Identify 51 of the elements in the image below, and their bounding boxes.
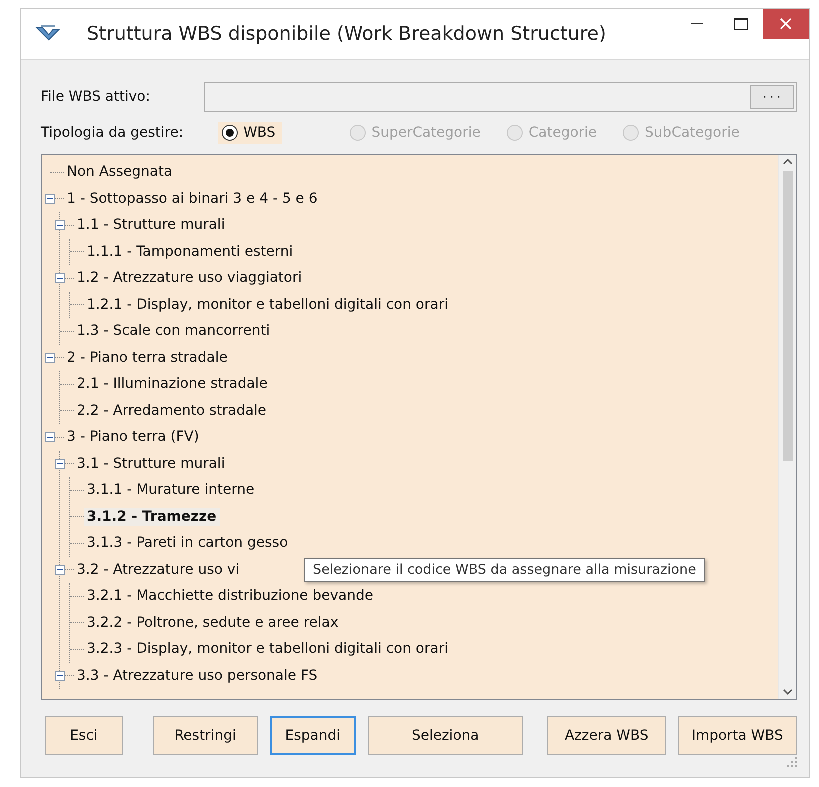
scroll-up-icon[interactable] (782, 159, 792, 165)
tree-item[interactable]: 2.2 - Arredamento stradale (74, 402, 270, 420)
tree-item[interactable]: 3.2.1 - Macchiette distribuzione bevande (84, 587, 376, 606)
tree-item[interactable]: 1.2.1 - Display, monitor e tabelloni digitali con orari (84, 296, 452, 314)
radio-icon[interactable] (222, 125, 238, 141)
close-button[interactable] (763, 9, 809, 39)
tree-item[interactable]: 3.1.1 - Murature interne (84, 481, 258, 500)
tree-item[interactable]: 3.1.2 - Tramezze (84, 508, 220, 526)
dialog-button[interactable]: Seleziona (368, 716, 524, 755)
resize-grip-icon[interactable] (787, 757, 797, 767)
dialog-button[interactable]: Esci (45, 716, 123, 755)
maximize-icon[interactable] (734, 18, 748, 30)
tree-item[interactable]: 2 - Piano terra stradale (64, 348, 231, 367)
tree-item[interactable]: 3.1.3 - Pareti in carton gesso (84, 534, 292, 552)
dialog-button[interactable]: Espandi (270, 716, 356, 755)
tree-item[interactable]: 1.1.1 - Tamponamenti esterni (84, 242, 296, 261)
tree-item[interactable]: 2.1 - Illuminazione stradale (74, 375, 271, 394)
tree-item[interactable]: 3.1 - Strutture murali (74, 454, 228, 473)
tree-item[interactable]: 3.2 - Atrezzature uso vi (74, 560, 243, 579)
dialog-button[interactable]: Restringi (152, 716, 258, 755)
file-path-field[interactable]: · · · (204, 82, 797, 112)
dialog-button[interactable]: Azzera WBS (547, 716, 666, 755)
field-label: Tipologia da gestire: (41, 125, 184, 141)
tree-item[interactable]: 3.2.2 - Poltrone, sedute e aree relax (84, 614, 342, 632)
collapse-icon[interactable] (45, 352, 55, 363)
scroll-down-icon[interactable] (782, 689, 792, 695)
tree-item[interactable]: 3.3 - Atrezzature uso personale FS (74, 666, 321, 685)
tooltip: Selezionare il codice WBS da assegnare alla misurazione (304, 558, 706, 582)
collapse-icon[interactable] (55, 273, 65, 284)
browse-button[interactable]: · · · (750, 85, 794, 109)
field-label: File WBS attivo: (41, 89, 150, 105)
collapse-icon[interactable] (55, 564, 65, 575)
scrollbar[interactable] (778, 155, 796, 699)
window-title: Struttura WBS disponibile (Work Breakdown Structure) (87, 23, 608, 45)
collapse-icon[interactable] (55, 458, 65, 469)
collapse-icon[interactable] (45, 432, 55, 442)
tree-item[interactable]: 1.1 - Strutture murali (74, 216, 228, 234)
collapse-icon[interactable] (55, 670, 65, 681)
collapse-icon[interactable] (55, 220, 65, 230)
tree-item[interactable]: Non Assegnata (64, 163, 176, 182)
scroll-thumb[interactable] (782, 171, 792, 461)
tree-item[interactable]: 1.3 - Scale con mancorrenti (74, 322, 274, 340)
tree-item[interactable]: 1 - Sottopasso ai binari 3 e 4 - 5 e 6 (64, 190, 321, 208)
collapse-icon[interactable] (45, 194, 55, 204)
tree-item[interactable]: 3.2.3 - Display, monitor e tabelloni digitali con orari (84, 640, 452, 658)
close-icon[interactable] (780, 18, 792, 30)
dialog-button[interactable]: Importa WBS (678, 716, 797, 755)
tree-item[interactable]: 1.2 - Atrezzature uso viaggiatori (74, 269, 306, 288)
radio-option[interactable]: WBS (218, 122, 282, 144)
minimize-icon[interactable] (691, 23, 703, 25)
tree-item[interactable]: 3 - Piano terra (FV) (64, 428, 202, 446)
